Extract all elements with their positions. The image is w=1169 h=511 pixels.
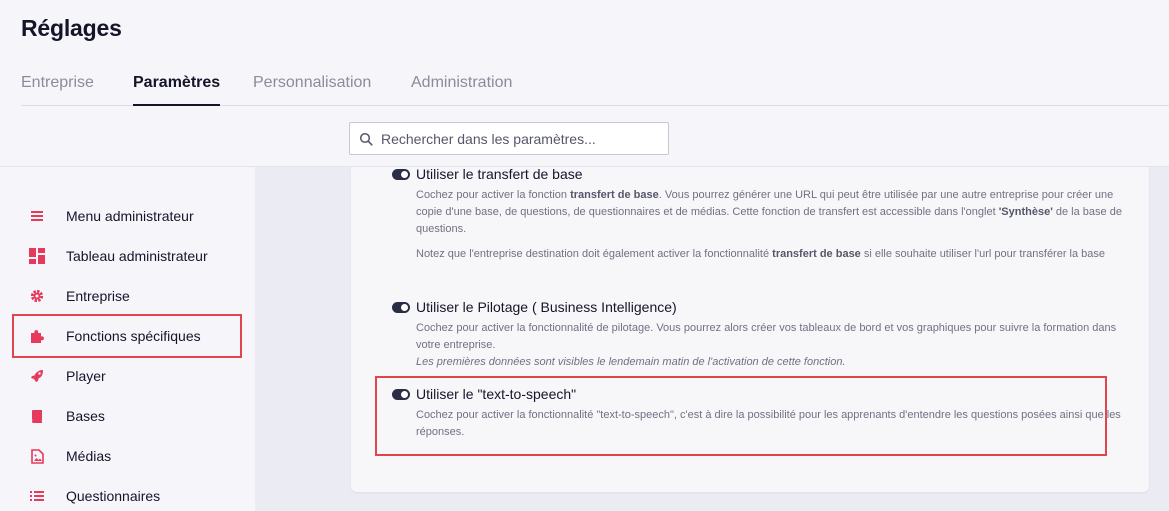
setting-description: Cochez pour activer la fonctionnalité de… <box>416 320 1129 371</box>
search-input[interactable] <box>381 130 661 147</box>
settings-card: Utiliser le transfert de base Cochez pou… <box>351 164 1149 492</box>
setting-transfert-de-base: Utiliser le transfert de base Cochez pou… <box>392 164 1129 263</box>
page-title: Réglages <box>21 15 122 41</box>
setting-description: Cochez pour activer la fonctionnalité "t… <box>416 409 1121 438</box>
setting-description: Cochez pour activer la fonction transfer… <box>416 189 1122 260</box>
tab-parametres[interactable]: Paramètres <box>133 74 221 106</box>
setting-title: Utiliser le transfert de base <box>416 166 583 182</box>
settings-tabs: Entreprise Paramètres Personnalisation A… <box>21 62 1169 106</box>
toggle-pilotage[interactable] <box>392 301 410 313</box>
tab-personnalisation[interactable]: Personnalisation <box>253 74 371 92</box>
sidebar-item-bases[interactable]: Bases <box>12 394 242 438</box>
setting-title: Utiliser le "text-to-speech" <box>416 386 577 402</box>
sidebar-item-entreprise[interactable]: Entreprise <box>12 274 242 318</box>
search-icon <box>359 132 373 146</box>
toggle-transfert-de-base[interactable] <box>392 168 410 180</box>
sidebar-item-label: Bases <box>66 408 105 424</box>
sidebar-item-fonctions-specifiques[interactable]: Fonctions spécifiques <box>12 314 242 358</box>
setting-text-to-speech: Utiliser le "text-to-speech" Cochez pour… <box>392 384 1129 441</box>
tab-entreprise[interactable]: Entreprise <box>21 74 94 92</box>
sidebar-item-label: Médias <box>66 448 112 464</box>
sidebar-item-label: Fonctions spécifiques <box>66 328 201 344</box>
sidebar-item-player[interactable]: Player <box>12 354 242 398</box>
sidebar-item-label: Tableau administrateur <box>66 248 208 264</box>
book-icon <box>29 408 45 424</box>
setting-note: Les premières données sont visibles le l… <box>416 356 846 368</box>
rocket-icon <box>29 368 45 384</box>
sidebar-item-tableau-administrateur[interactable]: Tableau administrateur <box>12 234 242 278</box>
sidebar-item-menu-administrateur[interactable]: Menu administrateur <box>12 194 242 238</box>
settings-content: Utiliser le transfert de base Cochez pou… <box>255 164 1169 511</box>
sidebar: Menu administrateur Tableau administrate… <box>0 167 255 511</box>
sidebar-item-label: Player <box>66 368 106 384</box>
sidebar-item-label: Questionnaires <box>66 488 161 504</box>
puzzle-icon <box>29 328 45 344</box>
sidebar-item-label: Entreprise <box>66 288 130 304</box>
setting-title: Utiliser le Pilotage ( Business Intellig… <box>416 299 677 315</box>
dashboard-icon <box>29 248 45 264</box>
menu-icon <box>29 208 45 224</box>
sidebar-item-medias[interactable]: Médias <box>12 434 242 478</box>
setting-pilotage: Utiliser le Pilotage ( Business Intellig… <box>392 297 1129 371</box>
sidebar-item-label: Menu administrateur <box>66 208 194 224</box>
list-icon <box>29 488 45 504</box>
image-icon <box>29 448 45 464</box>
search-box <box>349 122 669 155</box>
tab-administration[interactable]: Administration <box>411 74 512 92</box>
gear-icon <box>29 288 45 304</box>
toggle-text-to-speech[interactable] <box>392 388 410 400</box>
sidebar-item-questionnaires[interactable]: Questionnaires <box>12 474 242 511</box>
